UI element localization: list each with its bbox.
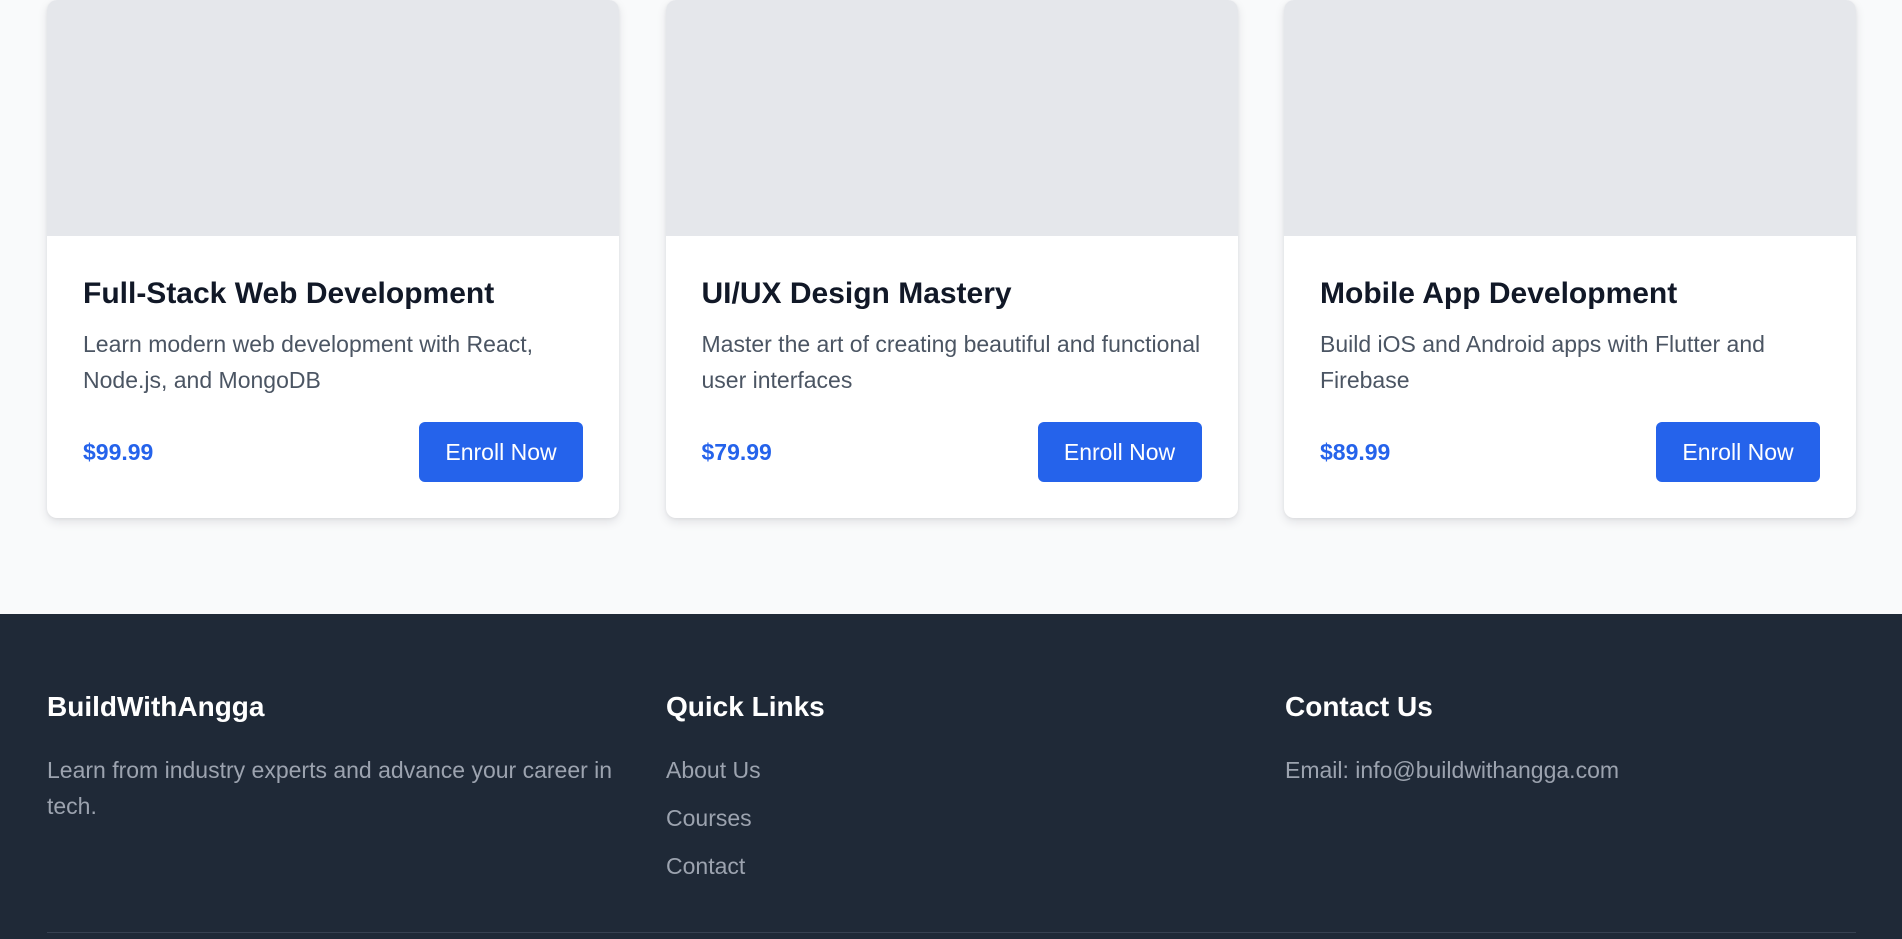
- site-footer: BuildWithAngga Learn from industry exper…: [0, 614, 1902, 939]
- footer-brand-text: Learn from industry experts and advance …: [47, 757, 613, 819]
- course-title: Mobile App Development: [1320, 277, 1678, 310]
- footer-grid: BuildWithAngga Learn from industry exper…: [47, 690, 1856, 896]
- footer-quick-links-column: Quick Links About Us Courses Contact: [666, 690, 1285, 896]
- course-description: Learn modern web development with React,…: [83, 331, 534, 393]
- course-image-placeholder: [1284, 0, 1856, 236]
- footer-divider: [47, 932, 1856, 933]
- courses-section: Full-Stack Web Development Learn modern …: [0, 0, 1902, 614]
- footer-contact-title: Contact Us: [1285, 691, 1433, 722]
- list-item: About Us: [666, 752, 1285, 800]
- course-title: UI/UX Design Mastery: [701, 277, 1012, 310]
- footer-contact-column: Contact Us Email: info@buildwithangga.co…: [1285, 690, 1856, 896]
- course-image-placeholder: [47, 0, 619, 236]
- footer-contact-email: Email: info@buildwithangga.com: [1285, 757, 1620, 783]
- footer-quick-links-list: About Us Courses Contact: [666, 752, 1285, 896]
- course-footer: $89.99 Enroll Now: [1320, 422, 1820, 482]
- footer-link-courses[interactable]: Courses: [666, 805, 752, 831]
- course-price: $79.99: [701, 438, 772, 465]
- course-price: $89.99: [1320, 438, 1391, 465]
- course-description: Master the art of creating beautiful and…: [701, 331, 1201, 393]
- course-body: Full-Stack Web Development Learn modern …: [83, 236, 583, 482]
- course-footer: $79.99 Enroll Now: [702, 422, 1202, 482]
- course-card: Full-Stack Web Development Learn modern …: [47, 0, 619, 518]
- course-card: Mobile App Development Build iOS and And…: [1284, 0, 1856, 518]
- course-body: UI/UX Design Mastery Master the art of c…: [701, 236, 1202, 482]
- footer-link-contact[interactable]: Contact: [666, 853, 745, 879]
- enroll-button[interactable]: Enroll Now: [1037, 422, 1202, 482]
- footer-link-about-us[interactable]: About Us: [666, 757, 761, 783]
- footer-brand-title: BuildWithAngga: [47, 691, 265, 722]
- course-footer: $99.99 Enroll Now: [83, 422, 583, 482]
- footer-brand-column: BuildWithAngga Learn from industry exper…: [47, 690, 666, 896]
- course-grid: Full-Stack Web Development Learn modern …: [47, 0, 1856, 518]
- list-item: Contact: [666, 848, 1285, 896]
- course-title: Full-Stack Web Development: [83, 277, 495, 310]
- enroll-button[interactable]: Enroll Now: [1656, 422, 1820, 482]
- course-price: $99.99: [83, 438, 154, 465]
- course-card: UI/UX Design Mastery Master the art of c…: [665, 0, 1238, 518]
- course-image-placeholder: [665, 0, 1238, 236]
- enroll-button[interactable]: Enroll Now: [419, 422, 583, 482]
- list-item: Courses: [666, 800, 1285, 848]
- course-body: Mobile App Development Build iOS and And…: [1320, 236, 1820, 482]
- course-description: Build iOS and Android apps with Flutter …: [1320, 331, 1765, 393]
- footer-quick-links-title: Quick Links: [666, 691, 825, 722]
